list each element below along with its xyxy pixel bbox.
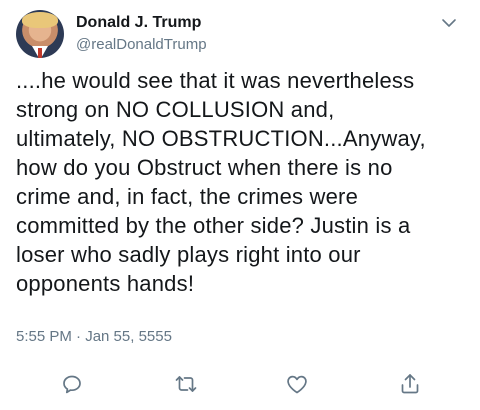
- reply-icon[interactable]: [60, 372, 84, 396]
- chevron-down-icon[interactable]: [440, 14, 458, 32]
- retweet-icon[interactable]: [174, 372, 198, 396]
- heart-icon[interactable]: [285, 372, 309, 396]
- tweet-timestamp[interactable]: 5:55 PM · Jan 55, 5555: [16, 328, 172, 345]
- author-name[interactable]: Donald J. Trump: [76, 14, 201, 32]
- avatar[interactable]: [16, 10, 64, 58]
- avatar-hair: [22, 12, 58, 28]
- avatar-tie: [38, 48, 42, 58]
- tweet-text: ....he would see that it was nevertheles…: [16, 68, 426, 296]
- author-handle[interactable]: @realDonaldTrump: [76, 36, 207, 53]
- share-icon[interactable]: [398, 372, 422, 396]
